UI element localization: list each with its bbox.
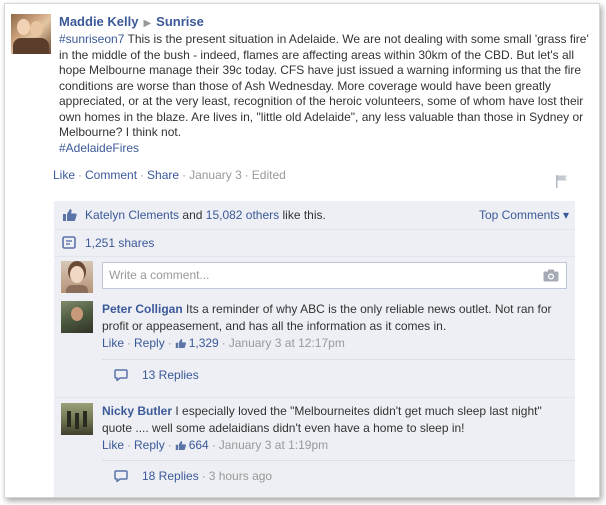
replies-link[interactable]: 13 Replies bbox=[142, 368, 199, 382]
arrow-right-icon: ▶ bbox=[143, 18, 152, 29]
author-line: Maddie Kelly ▶ Sunrise bbox=[59, 13, 589, 32]
commenter-avatar[interactable] bbox=[61, 301, 93, 333]
current-user-avatar bbox=[61, 261, 93, 293]
post-date[interactable]: January 3 bbox=[189, 168, 242, 182]
shares-row: 1,251 shares bbox=[54, 229, 575, 256]
comment-author[interactable]: Nicky Butler bbox=[102, 404, 172, 418]
share-icon bbox=[62, 236, 76, 249]
hashtag-adelaidefires[interactable]: #AdelaideFires bbox=[59, 141, 139, 155]
author-name[interactable]: Maddie Kelly bbox=[59, 14, 138, 29]
hashtag-sunriseon7[interactable]: #sunriseon7 bbox=[59, 32, 124, 46]
flag-icon[interactable] bbox=[555, 174, 569, 188]
comment-time[interactable]: January 3 at 1:19pm bbox=[219, 438, 328, 452]
shares-count[interactable]: 1,251 shares bbox=[85, 236, 154, 250]
post-body: Maddie Kelly ▶ Sunrise #sunriseon7 This is… bbox=[59, 13, 589, 156]
camera-icon[interactable] bbox=[543, 269, 559, 282]
replies-time: 3 hours ago bbox=[208, 469, 273, 483]
comment-time[interactable]: January 3 at 12:17pm bbox=[229, 336, 345, 350]
likes-suffix: like this. bbox=[282, 208, 326, 222]
thumbs-up-icon bbox=[175, 339, 186, 348]
like-link[interactable]: Like bbox=[53, 168, 75, 182]
comment-content: Nicky Butler I especially loved the "Mel… bbox=[102, 403, 572, 454]
reply-icon bbox=[114, 470, 128, 482]
share-link[interactable]: Share bbox=[147, 168, 179, 182]
likes-row: Katelyn Clements and 15,082 others like … bbox=[54, 201, 575, 229]
comment-like-count[interactable]: 1,329 bbox=[189, 336, 219, 350]
author-avatar[interactable] bbox=[11, 14, 51, 54]
replies-summary: 13 Replies bbox=[142, 368, 199, 382]
post-actions: Like · Comment · Share · January 3 · Edited bbox=[53, 168, 286, 182]
write-comment-row: Write a comment... bbox=[54, 256, 575, 296]
replies-row[interactable]: 18 Replies · 3 hours ago bbox=[102, 460, 575, 490]
comment-input[interactable]: Write a comment... bbox=[102, 262, 567, 289]
replies-summary: 18 Replies · 3 hours ago bbox=[142, 469, 273, 483]
top-comments-dropdown[interactable]: Top Comments ▾ bbox=[479, 208, 569, 222]
feedback-section: Katelyn Clements and 15,082 others like … bbox=[54, 201, 575, 497]
comment-reply-link[interactable]: Reply bbox=[134, 336, 165, 350]
comment-actions: Like · Reply · 1,329 · January 3 at 12:17pm bbox=[102, 336, 345, 350]
comment: Peter Colligan Its a reminder of why ABC… bbox=[54, 296, 575, 397]
comment-actions: Like · Reply · 664 · January 3 at 1:19pm bbox=[102, 438, 329, 452]
comment: Nicky Butler I especially loved the "Mel… bbox=[54, 397, 575, 497]
post-message: This is the present situation in Adelaid… bbox=[59, 32, 589, 139]
likes-summary: Katelyn Clements and 15,082 others like … bbox=[85, 208, 326, 222]
comment-like-count[interactable]: 664 bbox=[189, 438, 209, 452]
others-like-count[interactable]: 15,082 others bbox=[206, 208, 279, 222]
reply-icon bbox=[114, 369, 128, 381]
likes-and: and bbox=[182, 208, 203, 222]
commenter-avatar[interactable] bbox=[61, 403, 93, 435]
post-text: #sunriseon7 This is the present situatio… bbox=[59, 32, 589, 156]
post-card: Maddie Kelly ▶ Sunrise #sunriseon7 This is… bbox=[4, 3, 600, 498]
comment-like-link[interactable]: Like bbox=[102, 336, 124, 350]
thumbs-up-icon bbox=[63, 209, 77, 221]
comment-reply-link[interactable]: Reply bbox=[134, 438, 165, 452]
thumbs-up-icon bbox=[175, 441, 186, 450]
target-page-name[interactable]: Sunrise bbox=[156, 14, 204, 29]
replies-row[interactable]: 13 Replies bbox=[102, 359, 575, 389]
comment-content: Peter Colligan Its a reminder of why ABC… bbox=[102, 301, 572, 352]
comment-author[interactable]: Peter Colligan bbox=[102, 302, 183, 316]
comment-link[interactable]: Comment bbox=[85, 168, 137, 182]
replies-link[interactable]: 18 Replies bbox=[142, 469, 199, 483]
comment-like-link[interactable]: Like bbox=[102, 438, 124, 452]
liker-name[interactable]: Katelyn Clements bbox=[85, 208, 179, 222]
edited-link[interactable]: Edited bbox=[252, 168, 286, 182]
